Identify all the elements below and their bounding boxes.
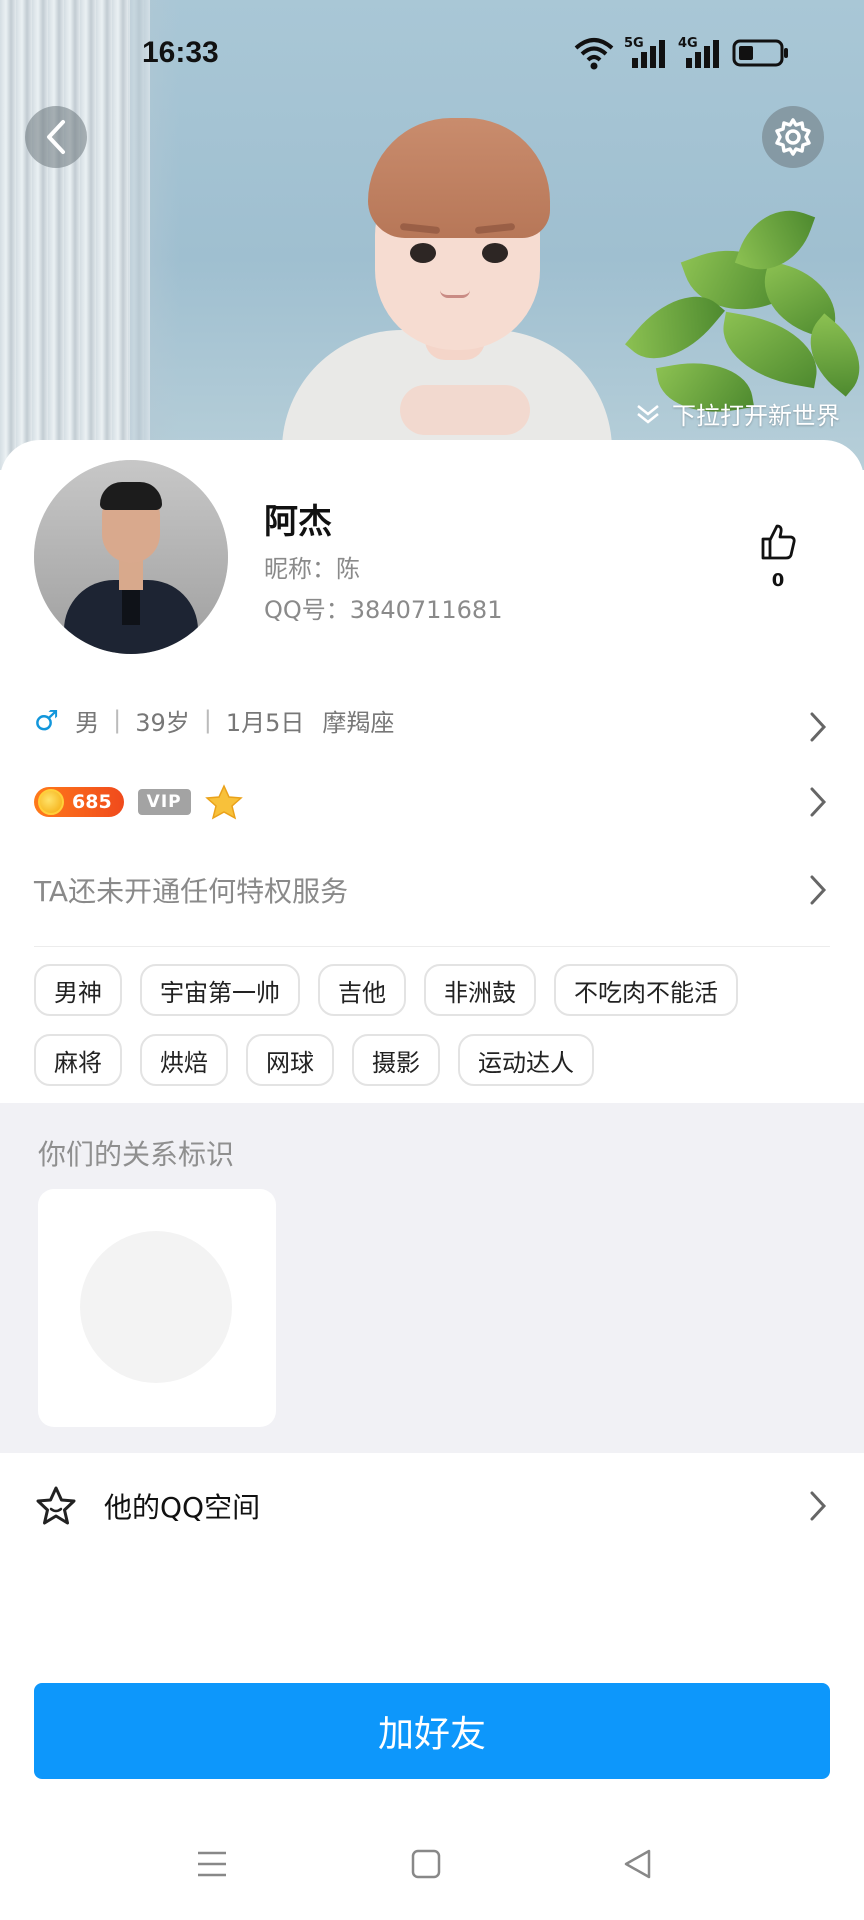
chevron-left-icon bbox=[47, 120, 65, 154]
relation-section: 你们的关系标识 bbox=[0, 1103, 864, 1453]
zodiac-text: 摩羯座 bbox=[322, 708, 395, 737]
like-count: 0 bbox=[771, 570, 785, 591]
nav-menu-button[interactable] bbox=[190, 1842, 234, 1886]
separator: | bbox=[113, 706, 122, 734]
badges-row[interactable]: 685 VIP bbox=[0, 780, 864, 824]
system-nav-bar bbox=[0, 1820, 864, 1920]
like-button[interactable]: 0 bbox=[752, 522, 804, 591]
gender-text: 男 bbox=[75, 708, 100, 737]
tag-chip[interactable]: 非洲鼓 bbox=[424, 964, 536, 1016]
relation-placeholder bbox=[80, 1231, 232, 1383]
chevron-right-icon bbox=[810, 787, 827, 817]
tag-chip[interactable]: 运动达人 bbox=[458, 1034, 594, 1086]
nav-home-button[interactable] bbox=[404, 1842, 448, 1886]
star-icon bbox=[204, 784, 243, 820]
tag-chip[interactable]: 吉他 bbox=[318, 964, 406, 1016]
wifi-icon bbox=[574, 38, 614, 70]
add-friend-button[interactable]: 加好友 bbox=[34, 1683, 830, 1779]
chevron-right-icon bbox=[810, 712, 827, 742]
status-bar: 16:33 5G 4G bbox=[0, 0, 864, 110]
profile-nickname: 昵称：陈 bbox=[264, 555, 360, 583]
divider bbox=[34, 946, 830, 947]
tag-chip[interactable]: 网球 bbox=[246, 1034, 334, 1086]
star-outline-icon bbox=[36, 1486, 76, 1525]
pull-down-hint[interactable]: 下拉打开新世界 bbox=[634, 396, 840, 431]
qq-zone-row[interactable]: 他的QQ空间 bbox=[0, 1478, 864, 1534]
profile-name: 阿杰 bbox=[264, 502, 332, 542]
tag-chip[interactable]: 麻将 bbox=[34, 1034, 122, 1086]
separator: | bbox=[203, 706, 212, 734]
avatar[interactable] bbox=[34, 460, 228, 654]
coin-icon bbox=[38, 789, 64, 815]
tag-chip[interactable]: 不吃肉不能活 bbox=[554, 964, 738, 1016]
coin-level-badge: 685 bbox=[34, 787, 124, 817]
birthday-text: 1月5日 bbox=[225, 708, 305, 737]
privilege-text: TA还未开通任何特权服务 bbox=[34, 875, 349, 908]
vip-badge: VIP bbox=[137, 789, 191, 815]
profile-qq-number: QQ号：3840711681 bbox=[264, 596, 503, 624]
tag-chip[interactable]: 男神 bbox=[34, 964, 122, 1016]
signal-5g-icon: 5G bbox=[624, 36, 670, 70]
relation-title: 你们的关系标识 bbox=[38, 1138, 235, 1171]
chevron-right-icon bbox=[810, 875, 827, 905]
battery-icon bbox=[732, 39, 788, 67]
nav-back-button[interactable] bbox=[616, 1842, 660, 1886]
interest-tags: 男神 宇宙第一帅 吉他 非洲鼓 不吃肉不能活 麻将 烘焙 网球 摄影 运动达人 bbox=[34, 964, 834, 1086]
status-icons: 5G 4G bbox=[572, 36, 790, 70]
status-time: 16:33 bbox=[142, 36, 219, 69]
chevron-right-icon bbox=[810, 1491, 827, 1521]
tag-chip[interactable]: 摄影 bbox=[352, 1034, 440, 1086]
square-icon bbox=[411, 1849, 441, 1879]
gear-icon bbox=[775, 118, 811, 156]
qq-zone-label: 他的QQ空间 bbox=[104, 1491, 261, 1524]
triangle-back-icon bbox=[624, 1849, 651, 1879]
age-text: 39岁 bbox=[135, 708, 190, 737]
relation-card[interactable] bbox=[38, 1189, 276, 1427]
thumbs-up-icon bbox=[761, 524, 796, 560]
back-button[interactable] bbox=[25, 106, 87, 168]
tag-chip[interactable]: 宇宙第一帅 bbox=[140, 964, 300, 1016]
basic-info-row[interactable]: ♂ 男 | 39岁 | 1月5日 摩羯座 bbox=[0, 700, 864, 742]
menu-icon bbox=[198, 1851, 226, 1877]
settings-button[interactable] bbox=[762, 106, 824, 168]
double-chevron-down-icon bbox=[637, 404, 659, 424]
pull-hint-text: 下拉打开新世界 bbox=[672, 402, 840, 430]
male-icon: ♂ bbox=[34, 703, 60, 737]
tag-chip[interactable]: 烘焙 bbox=[140, 1034, 228, 1086]
privilege-row[interactable]: TA还未开通任何特权服务 bbox=[0, 868, 864, 912]
signal-4g-icon: 4G bbox=[678, 36, 724, 70]
